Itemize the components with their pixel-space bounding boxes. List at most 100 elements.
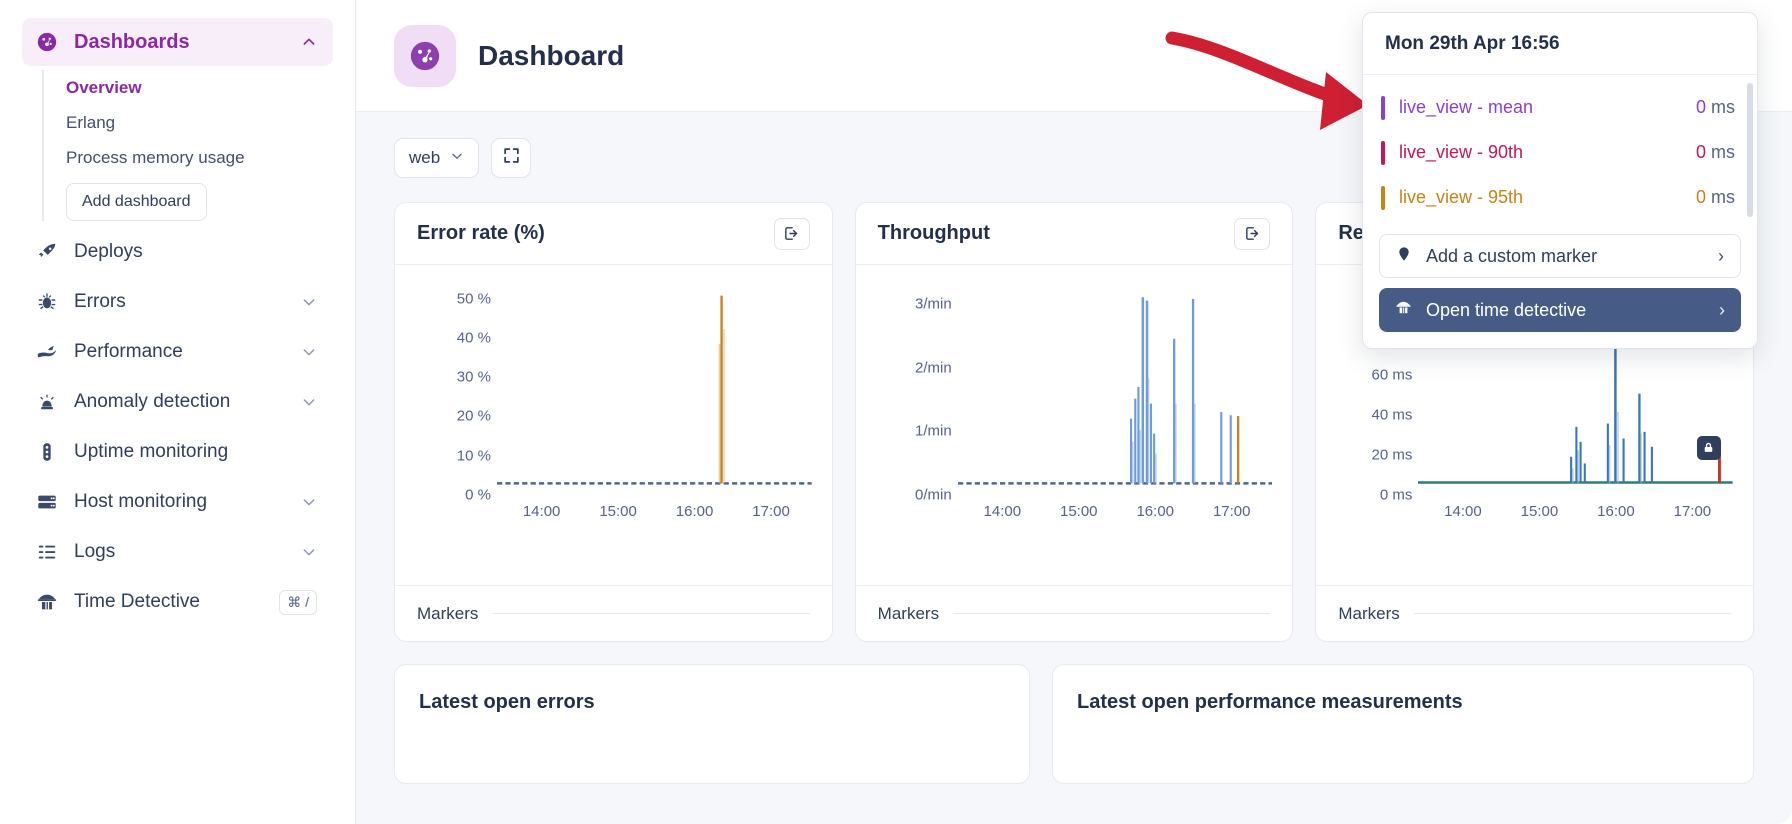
markers-label: Markers: [417, 603, 479, 623]
y-axis-1: 0/min 1/min 2/min 3/min: [872, 279, 958, 504]
detective-icon: [1395, 299, 1412, 321]
x-tick-label: 16:00: [675, 503, 714, 520]
button-label: Add a custom marker: [1426, 245, 1598, 266]
markers-divider: [953, 613, 1271, 614]
series-value-number: 0: [1695, 187, 1706, 207]
sidebar-item-label: Host monitoring: [74, 491, 208, 512]
chart-card-throughput: Throughput 0/min 1/min 2/min 3/min 14:00…: [854, 202, 1294, 642]
chevron-down-icon[interactable]: [301, 394, 317, 410]
y-tick-label: 40 ms: [1371, 406, 1413, 424]
x-tick-label: 14:00: [983, 503, 1022, 520]
sidebar-subitem-overview[interactable]: Overview: [66, 70, 355, 105]
x-tick-label: 15:00: [1059, 503, 1098, 520]
markers-label: Markers: [1338, 603, 1400, 623]
card-body: 0/min 1/min 2/min 3/min 14:00 15:00 16:0…: [856, 265, 1293, 585]
tooltip-actions: Add a custom marker › Open time detectiv…: [1363, 226, 1757, 348]
chevron-right-icon: ›: [1719, 299, 1725, 320]
x-tick-label: 17:00: [1212, 503, 1251, 520]
sidebar-item-host-monitoring[interactable]: Host monitoring: [22, 477, 333, 527]
y-tick-label: 0 ms: [1379, 486, 1413, 504]
x-tick-label: 14:00: [522, 503, 561, 520]
page-title: Dashboard: [478, 39, 625, 71]
y-tick-label: 1/min: [914, 422, 952, 440]
x-tick-label: 17:00: [1673, 503, 1712, 520]
sidebar-item-logs[interactable]: Logs: [22, 527, 333, 577]
bottom-cards-row: Latest open errors Latest open performan…: [394, 664, 1754, 784]
sidebar-item-performance[interactable]: Performance: [22, 327, 333, 377]
sidebar-item-label: Anomaly detection: [74, 391, 231, 412]
series-color-swatch: [1381, 140, 1385, 165]
tooltip-scrollbar[interactable]: [1747, 83, 1753, 217]
x-tick-label: 17:00: [752, 503, 790, 520]
sidebar-item-label: Deploys: [74, 241, 143, 262]
y-tick-label: 50 %: [456, 290, 491, 308]
app-select[interactable]: web: [394, 138, 480, 178]
plot-area-1: [957, 279, 1273, 495]
lock-marker-icon[interactable]: [1696, 435, 1721, 460]
card-title: Error rate (%): [417, 222, 545, 244]
sidebar-item-anomaly-detection[interactable]: Anomaly detection: [22, 377, 333, 427]
series-name: live_view - mean: [1399, 97, 1534, 117]
markers-divider: [492, 613, 810, 614]
bug-icon: [36, 291, 58, 313]
sidebar-item-uptime-monitoring[interactable]: Uptime monitoring: [22, 427, 333, 477]
y-tick-label: 10 %: [456, 447, 491, 465]
map-pin-icon: [1396, 246, 1412, 267]
card-header: Throughput: [855, 203, 1293, 265]
y-tick-label: 30 %: [456, 368, 491, 386]
sidebar-subitem-process-memory-usage[interactable]: Process memory usage: [66, 140, 355, 175]
y-tick-label: 20 ms: [1371, 446, 1413, 464]
series-color-swatch: [1381, 185, 1385, 210]
open-external-icon[interactable]: [773, 217, 810, 250]
tooltip-series-row: live_view - 95th 0 ms: [1363, 175, 1757, 220]
series-value: 0 ms: [1696, 97, 1735, 118]
open-time-detective-button[interactable]: Open time detective ›: [1379, 288, 1741, 332]
x-tick-label: 15:00: [1520, 503, 1559, 520]
sidebar-item-label: Logs: [74, 541, 116, 562]
chevron-down-icon[interactable]: [301, 494, 317, 510]
x-axis-2: 14:00 15:00 16:00 17:00: [1418, 499, 1737, 529]
sidebar-item-dashboards[interactable]: Dashboards: [22, 18, 333, 66]
chevron-down-icon[interactable]: [301, 344, 317, 360]
card-footer: Markers: [1316, 585, 1754, 641]
chart-plot[interactable]: 0 % 10 % 20 % 30 % 40 % 50 % 14:00 15:00 16:00 1…: [411, 279, 816, 529]
tooltip-series-row: live_view - mean 0 ms: [1363, 85, 1757, 130]
chevron-up-icon[interactable]: [301, 34, 317, 50]
add-custom-marker-button[interactable]: Add a custom marker ›: [1379, 234, 1741, 278]
card-footer: Markers: [855, 585, 1293, 641]
sidebar-subitem-erlang[interactable]: Erlang: [66, 105, 355, 140]
chevron-down-icon[interactable]: [301, 294, 317, 310]
add-dashboard-button[interactable]: Add dashboard: [66, 183, 207, 221]
sidebar-item-time-detective[interactable]: Time Detective ⌘ /: [22, 577, 333, 627]
dashboard-gauge-icon: [36, 31, 58, 53]
series-value-unit: ms: [1711, 187, 1735, 207]
sidebar-item-deploys[interactable]: Deploys: [22, 227, 333, 277]
list-icon: [36, 541, 58, 563]
open-external-icon[interactable]: [1234, 217, 1271, 250]
series-value-number: 0: [1695, 142, 1706, 162]
x-tick-label: 16:00: [1597, 503, 1635, 520]
markers-divider: [1413, 613, 1732, 614]
sidebar-item-errors[interactable]: Errors: [22, 277, 333, 327]
y-tick-label: 0 %: [465, 486, 491, 504]
chart-plot[interactable]: 0/min 1/min 2/min 3/min 14:00 15:00 16:0…: [872, 279, 1277, 529]
chart-tooltip-popover: Mon 29th Apr 16:56 live_view - mean 0 ms…: [1362, 12, 1758, 349]
button-label: Open time detective: [1426, 299, 1587, 320]
dashboard-gauge-icon: [394, 24, 456, 87]
series-name: live_view - 90th: [1399, 142, 1524, 162]
series-value: 0 ms: [1696, 187, 1735, 208]
markers-label: Markers: [877, 603, 940, 623]
plot-area-0: [497, 279, 812, 495]
y-tick-label: 2/min: [914, 359, 952, 377]
fullscreen-icon: [503, 147, 520, 169]
traffic-light-icon: [36, 441, 58, 463]
chevron-down-icon[interactable]: [301, 544, 317, 560]
x-tick-label: 16:00: [1136, 503, 1175, 520]
y-tick-label: 60 ms: [1371, 366, 1413, 384]
card-body: 0 % 10 % 20 % 30 % 40 % 50 % 14:00 15:00 16:00 1…: [395, 265, 832, 585]
fullscreen-button[interactable]: [491, 138, 532, 178]
app-window: Dashboards Overview Erlang Process memor…: [0, 0, 1792, 824]
tooltip-series-row: live_view - 90th 0 ms: [1363, 130, 1757, 175]
y-tick-label: 20 %: [456, 407, 491, 425]
sidebar-item-label: Uptime monitoring: [74, 441, 229, 462]
